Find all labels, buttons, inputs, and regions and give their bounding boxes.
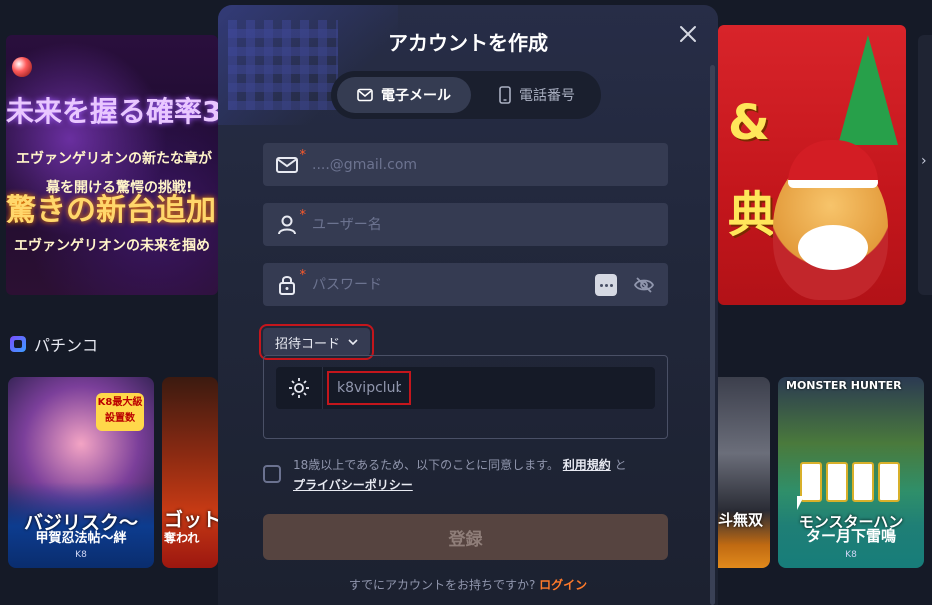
agreement-conjunction: と [614, 458, 627, 472]
banner-line-2: エヴァンゲリオンの新たな章が [16, 151, 212, 167]
invite-code-label: 招待コード [275, 336, 341, 352]
user-icon: * [276, 208, 306, 236]
section-header-pachinko: パチンコ [10, 332, 98, 356]
card-title: 斗無双 [718, 511, 764, 529]
register-button[interactable]: 登録 [263, 514, 668, 560]
card-maker: K8 [75, 550, 87, 560]
chevron-right-icon: › [921, 153, 927, 169]
close-button[interactable] [673, 19, 703, 49]
agreement-text: 18歳以上であるため、以下のことに同意します。 利用規約 と プライバシーポリシ… [293, 455, 673, 495]
gift-code-icon [276, 367, 323, 409]
invite-code-panel [263, 355, 668, 439]
pachinko-icon [10, 336, 26, 352]
banner-line-4: 驚きの新台追加 [6, 193, 216, 228]
carousel-next-button[interactable]: › [918, 35, 932, 295]
phone-icon [499, 86, 511, 104]
password-input[interactable] [310, 275, 584, 294]
signup-method-tabs: 電子メール 電話番号 [331, 71, 601, 119]
card-subtitle: 甲賀忍法帖〜絆 [35, 531, 127, 546]
game-card-god[interactable]: ゴット 奪われ [162, 377, 218, 568]
username-field: * [263, 203, 668, 246]
login-prompt: すでにアカウントをお持ちですか? ログイン [218, 576, 718, 593]
mouse-cursor [797, 496, 804, 510]
banner-line-5: エヴァンゲリオンの未来を掴め [14, 238, 210, 254]
card-maker: K8 [845, 550, 857, 560]
modal-scrollbar[interactable] [710, 65, 715, 605]
santa-beard [798, 225, 868, 270]
signup-modal: アカウントを作成 電子メール 電話番号 * ....@gmail.com * ユ… [218, 5, 718, 605]
agreement-statement: 18歳以上であるため、以下のことに同意します。 [293, 458, 559, 472]
mail-icon: * [276, 148, 306, 176]
promo-banner-evangelion[interactable]: 未来を握る確率399 エヴァンゲリオンの新たな章が 幕を開ける驚愕の挑戦! 驚き… [6, 35, 218, 295]
password-manager-icon[interactable] [595, 274, 617, 296]
required-mark: * [299, 267, 307, 283]
game-card-musou[interactable]: 斗無双 [718, 377, 770, 568]
eye-off-icon[interactable] [633, 274, 655, 296]
game-card-monster-hunter[interactable]: MONSTER HUNTER モンスターハン ター月下雷鳴 K8 [778, 377, 924, 568]
close-icon [680, 26, 696, 42]
tab-phone-label: 電話番号 [519, 88, 575, 104]
banner-right-text: 典 [728, 187, 777, 243]
required-mark: * [299, 147, 307, 163]
email-field: * [263, 143, 668, 186]
mail-icon [357, 88, 373, 102]
section-title: パチンコ [34, 336, 99, 355]
login-link[interactable]: ログイン [539, 578, 587, 592]
agree-checkbox[interactable] [263, 465, 281, 483]
promo-banner-christmas[interactable]: & 典 [718, 25, 906, 305]
invite-code-toggle[interactable]: 招待コード [258, 324, 375, 360]
modal-title: アカウントを作成 [388, 31, 548, 55]
required-mark: * [299, 207, 307, 223]
email-input[interactable] [310, 155, 584, 174]
card-title: ゴット [164, 509, 218, 531]
chevron-down-icon [348, 338, 358, 345]
invite-code-field [276, 367, 655, 409]
banner-right-ampersand: & [728, 95, 770, 151]
card-subtitle: ター月下雷鳴 [805, 527, 896, 545]
ball-decoration [12, 57, 32, 77]
santa-hat [788, 140, 878, 188]
invite-code-input[interactable] [327, 371, 411, 405]
banner-line-1: 未来を握る確率399 [6, 95, 218, 128]
slot-reels [800, 462, 900, 502]
game-card-basilisk[interactable]: K8最大級 設置数 バジリスク〜 甲賀忍法帖〜絆 K8 [8, 377, 154, 568]
login-prompt-text: すでにアカウントをお持ちですか? [348, 578, 536, 592]
card-subtitle: 奪われ [164, 531, 200, 545]
tab-email-label: 電子メール [381, 88, 451, 104]
privacy-policy-link[interactable]: プライバシーポリシー [293, 478, 413, 492]
tab-email[interactable]: 電子メール [337, 77, 471, 113]
terms-link[interactable]: 利用規約 [563, 458, 611, 472]
password-field: * [263, 263, 668, 306]
tree-decoration [838, 35, 898, 145]
lock-icon: * [276, 268, 306, 296]
card-tag: K8最大級 設置数 [96, 393, 144, 431]
tab-phone[interactable]: 電話番号 [481, 77, 593, 113]
card-logo: MONSTER HUNTER [786, 379, 902, 392]
username-input[interactable] [310, 215, 584, 234]
